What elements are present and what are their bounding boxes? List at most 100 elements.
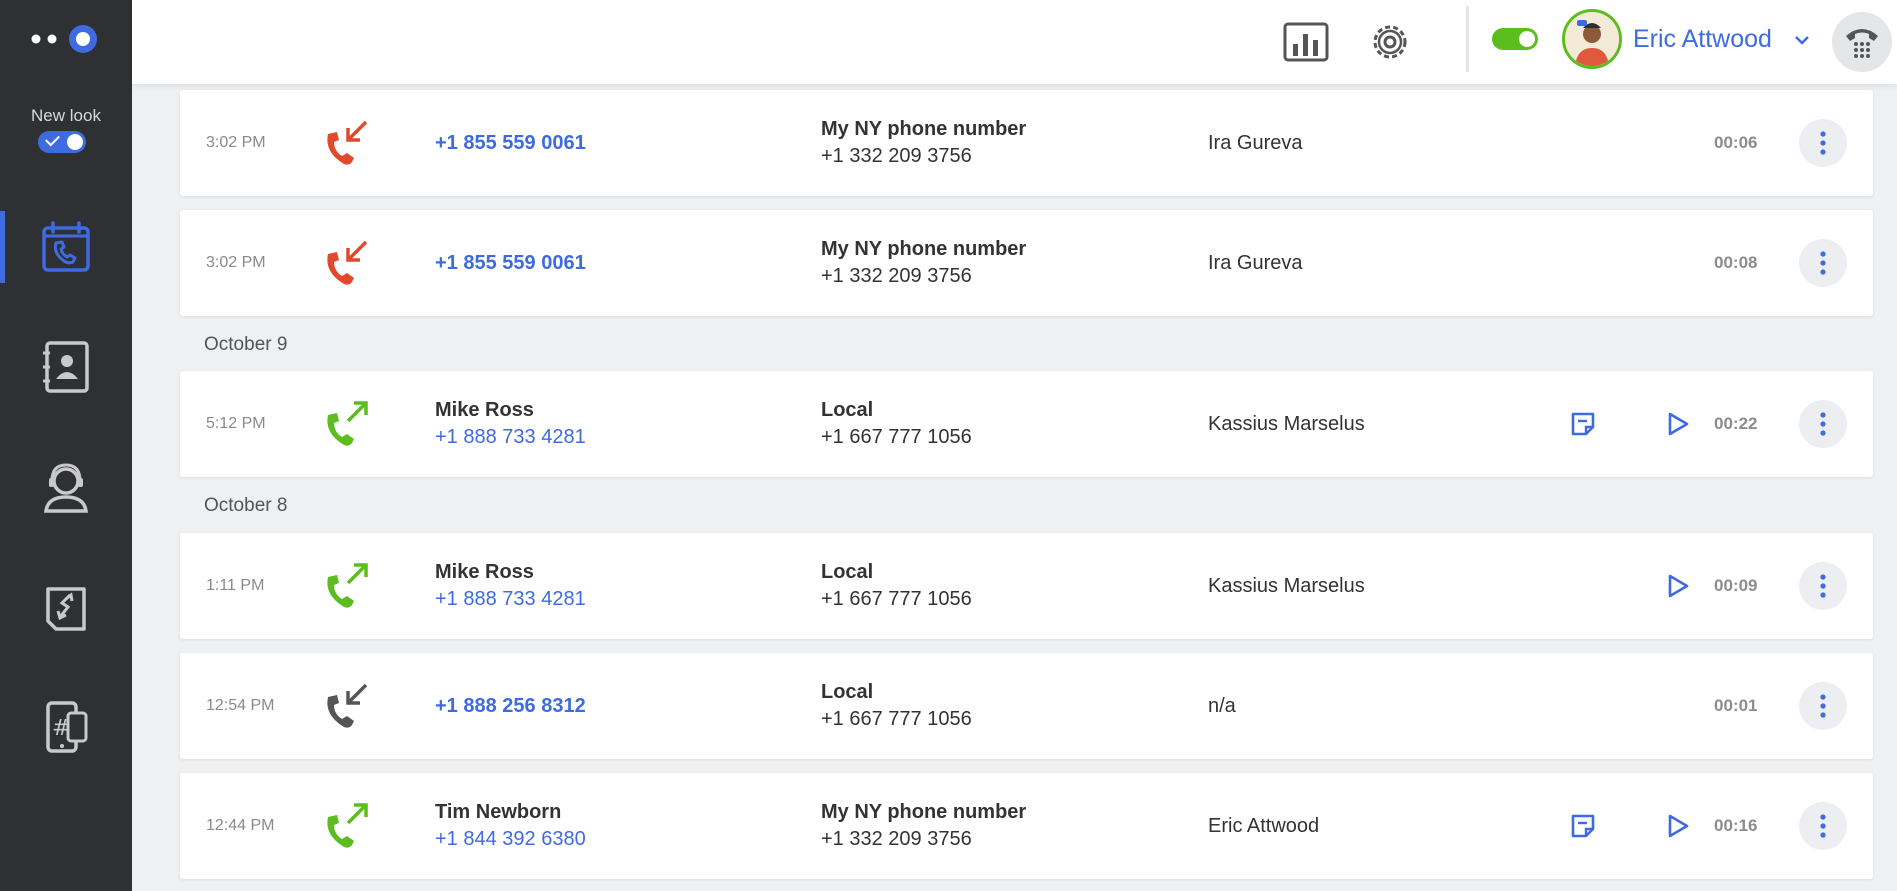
incoming-call-icon — [327, 683, 368, 728]
more-vertical-icon — [1820, 574, 1826, 598]
contacts-book-icon — [43, 341, 89, 393]
call-time: 12:44 PM — [206, 817, 275, 834]
line-number: +1 667 777 1056 — [821, 708, 972, 730]
call-duration: 00:01 — [1714, 696, 1758, 715]
call-row[interactable]: 12:54 PM +1 888 256 8312 Local +1 667 77… — [180, 653, 1873, 759]
call-time: 5:12 PM — [206, 415, 266, 432]
note-icon[interactable] — [1570, 411, 1596, 437]
more-options-button[interactable] — [1799, 802, 1847, 850]
call-duration: 00:16 — [1714, 816, 1758, 835]
line-info: My NY phone number +1 332 209 3756 — [821, 90, 1026, 196]
dialpad-button[interactable] — [1832, 12, 1892, 72]
caller: +1 855 559 0061 — [435, 90, 586, 196]
line-info: My NY phone number +1 332 209 3756 — [821, 773, 1026, 879]
call-time: 1:11 PM — [206, 577, 265, 594]
call-duration: 00:09 — [1714, 576, 1758, 595]
caller-number[interactable]: +1 888 256 8312 — [435, 695, 586, 718]
caller-number[interactable]: +1 855 559 0061 — [435, 252, 586, 275]
sidebar-item-numbers[interactable]: # — [0, 682, 132, 772]
more-vertical-icon — [1820, 412, 1826, 436]
headset-agent-icon — [43, 463, 89, 513]
line-number: +1 667 777 1056 — [821, 426, 972, 448]
app-logo[interactable] — [30, 22, 102, 56]
caller: Mike Ross +1 888 733 4281 — [435, 533, 586, 639]
top-header: Eric Attwood — [132, 0, 1897, 84]
gear-icon — [1373, 25, 1407, 59]
caller-name[interactable]: Mike Ross — [435, 561, 586, 584]
agent-name: Ira Gureva — [1208, 252, 1303, 274]
call-row[interactable]: 1:11 PM Mike Ross +1 888 733 4281 Local … — [180, 533, 1873, 639]
call-duration: 00:06 — [1714, 133, 1758, 152]
call-history: 3:02 PM +1 855 559 0061 My NY phone numb… — [180, 84, 1873, 891]
caller-number[interactable]: +1 888 733 4281 — [435, 588, 586, 611]
outgoing-call-icon — [327, 563, 368, 608]
line-info: Local +1 667 777 1056 — [821, 371, 972, 477]
call-row[interactable]: 3:02 PM +1 855 559 0061 My NY phone numb… — [180, 90, 1873, 196]
line-name: My NY phone number — [821, 238, 1027, 260]
call-duration: 00:22 — [1714, 414, 1758, 433]
date-group-label: October 9 — [204, 334, 288, 355]
outgoing-call-icon — [327, 401, 368, 446]
caller-number[interactable]: +1 855 559 0061 — [435, 132, 586, 155]
caller: Mike Ross +1 888 733 4281 — [435, 371, 586, 477]
caller-name[interactable]: Mike Ross — [435, 399, 586, 422]
play-recording-icon[interactable] — [1665, 813, 1691, 839]
new-look-toggle[interactable] — [38, 131, 86, 153]
missed-call-icon — [327, 120, 368, 165]
agent-name: Kassius Marselus — [1208, 413, 1365, 435]
play-recording-icon[interactable] — [1665, 411, 1691, 437]
sidebar-item-contacts[interactable] — [0, 322, 132, 412]
call-flow-icon — [46, 587, 86, 631]
dialpad-icon — [1846, 29, 1878, 58]
sidebar-item-agents[interactable] — [0, 442, 132, 532]
header-divider — [1466, 6, 1469, 72]
caller: +1 855 559 0061 — [435, 210, 586, 316]
call-time: 3:02 PM — [206, 134, 266, 151]
line-name: Local — [821, 681, 874, 703]
check-icon — [45, 131, 60, 147]
svg-text:#: # — [52, 716, 70, 741]
sidebar-item-calls[interactable] — [0, 202, 132, 292]
avatar[interactable] — [1562, 9, 1622, 69]
call-duration: 00:08 — [1714, 253, 1758, 272]
more-options-button[interactable] — [1799, 400, 1847, 448]
note-icon[interactable] — [1570, 813, 1596, 839]
more-vertical-icon — [1820, 251, 1826, 275]
caller-number[interactable]: +1 888 733 4281 — [435, 426, 586, 449]
line-info: Local +1 667 777 1056 — [821, 533, 972, 639]
caller-name[interactable]: Tim Newborn — [435, 801, 586, 824]
more-options-button[interactable] — [1799, 119, 1847, 167]
missed-call-icon — [327, 240, 368, 285]
line-name: My NY phone number — [821, 801, 1027, 823]
agent-name: n/a — [1208, 695, 1236, 717]
settings-button[interactable] — [1364, 16, 1416, 68]
line-info: Local +1 667 777 1056 — [821, 653, 972, 759]
sidebar: New look # — [0, 0, 132, 891]
bar-chart-icon — [1283, 22, 1329, 62]
call-row[interactable]: 3:02 PM +1 855 559 0061 My NY phone numb… — [180, 210, 1873, 316]
more-vertical-icon — [1820, 814, 1826, 838]
date-group-label: October 8 — [204, 495, 288, 516]
play-recording-icon[interactable] — [1665, 573, 1691, 599]
caller-number[interactable]: +1 844 392 6380 — [435, 828, 586, 851]
more-options-button[interactable] — [1799, 682, 1847, 730]
user-avatar-icon — [1565, 12, 1619, 66]
chevron-down-icon[interactable] — [1792, 30, 1812, 50]
line-name: Local — [821, 399, 874, 421]
more-vertical-icon — [1820, 131, 1826, 155]
call-row[interactable]: 12:44 PM Tim Newborn +1 844 392 6380 My … — [180, 773, 1873, 879]
user-name[interactable]: Eric Attwood — [1633, 25, 1772, 54]
line-number: +1 332 209 3756 — [821, 265, 972, 287]
phone-number-icon: # — [46, 701, 88, 753]
new-look-label: New look — [31, 106, 101, 125]
agent-name: Ira Gureva — [1208, 132, 1303, 154]
more-options-button[interactable] — [1799, 562, 1847, 610]
outgoing-call-icon — [327, 803, 368, 848]
sidebar-item-call-flows[interactable] — [0, 562, 132, 652]
caller: Tim Newborn +1 844 392 6380 — [435, 773, 586, 879]
more-options-button[interactable] — [1799, 239, 1847, 287]
availability-toggle[interactable] — [1492, 28, 1538, 50]
analytics-button[interactable] — [1280, 16, 1332, 68]
call-time: 3:02 PM — [206, 254, 266, 271]
call-row[interactable]: 5:12 PM Mike Ross +1 888 733 4281 Local … — [180, 371, 1873, 477]
